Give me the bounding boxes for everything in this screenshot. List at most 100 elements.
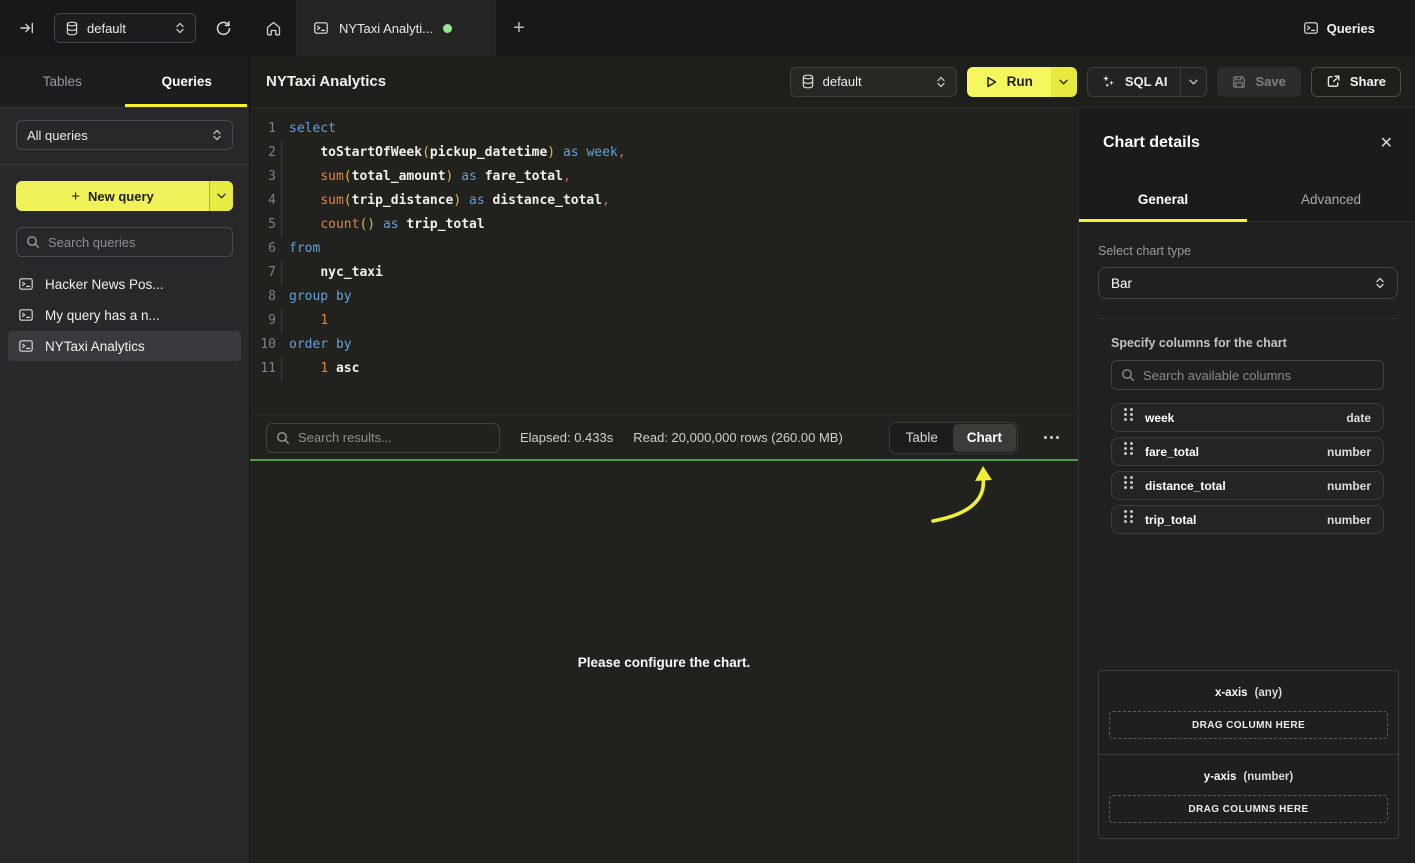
search-icon — [26, 235, 40, 249]
new-tab-button[interactable]: + — [496, 0, 542, 56]
sidebar-tabs: Tables Queries — [0, 56, 249, 108]
chart-details-header: Chart details ✕ — [1079, 108, 1415, 178]
query-terminal-icon — [18, 338, 34, 354]
chart-details-body: Select chart type Bar Specify columns fo… — [1079, 222, 1415, 534]
column-item[interactable]: trip_total number — [1111, 505, 1384, 534]
sql-ai-dropdown[interactable] — [1180, 68, 1206, 96]
database-selector-value: default — [87, 21, 126, 36]
queries-nav[interactable]: Queries — [1303, 0, 1415, 56]
column-item[interactable]: fare_total number — [1111, 437, 1384, 466]
column-item[interactable]: distance_total number — [1111, 471, 1384, 500]
unsaved-changes-dot — [443, 24, 452, 33]
chart-type-select[interactable]: Bar — [1098, 267, 1398, 299]
code-line: 11 1 asc — [250, 357, 1078, 381]
chart-details-tabs: General Advanced — [1079, 178, 1415, 222]
divider — [1098, 318, 1398, 319]
more-options-icon[interactable] — [1040, 436, 1062, 439]
code-line: 7 nyc_taxi — [250, 261, 1078, 285]
sidebar-tab-label: Tables — [43, 74, 82, 89]
column-type: number — [1327, 479, 1371, 493]
home-icon[interactable] — [250, 0, 296, 56]
new-query-label: New query — [88, 189, 154, 204]
new-query-dropdown[interactable] — [209, 181, 233, 211]
code-text: 1 — [276, 309, 328, 333]
chart-details-tab[interactable]: General — [1079, 178, 1247, 221]
axes-dropzones: x-axis(any) DRAG COLUMN HERE y-axis(numb… — [1098, 670, 1399, 839]
sidebar-tab[interactable]: Tables — [0, 56, 125, 107]
run-database-selector[interactable]: default — [790, 67, 957, 97]
line-number: 3 — [250, 165, 276, 189]
chart-details-tab-label: General — [1138, 192, 1188, 207]
close-icon[interactable]: ✕ — [1380, 133, 1393, 153]
code-line: 5 count() as trip_total — [250, 213, 1078, 237]
view-toggle-option[interactable]: Table — [891, 424, 953, 452]
query-list-item[interactable]: Hacker News Pos... — [8, 269, 241, 299]
code-line: 1 select — [250, 117, 1078, 141]
run-dropdown[interactable] — [1051, 67, 1077, 97]
sidebar-tab[interactable]: Queries — [125, 56, 250, 107]
view-toggle-option[interactable]: Chart — [953, 424, 1016, 452]
columns-section: Specify columns for the chart week date — [1098, 336, 1398, 534]
axis-name: y-axis — [1204, 771, 1237, 783]
run-database-value: default — [823, 74, 862, 89]
chevron-updown-icon — [936, 76, 946, 88]
column-name: distance_total — [1145, 479, 1226, 493]
results-search[interactable] — [266, 423, 500, 453]
query-label: NYTaxi Analytics — [45, 339, 145, 354]
code-line: 8 group by — [250, 285, 1078, 309]
topbar-left: default — [0, 0, 250, 56]
line-number: 10 — [250, 333, 276, 357]
run-button-group: Run — [967, 67, 1077, 97]
plus-icon: + — [71, 188, 80, 205]
results-search-input[interactable] — [298, 430, 490, 445]
chart-details-tab[interactable]: Advanced — [1247, 178, 1415, 221]
share-label: Share — [1350, 74, 1386, 89]
chart-area: Please configure the chart. — [250, 459, 1078, 863]
divider — [0, 164, 249, 165]
column-type: date — [1346, 411, 1371, 425]
code-text: sum(trip_distance) as distance_total, — [276, 189, 610, 213]
save-label: Save — [1255, 74, 1285, 89]
refresh-icon[interactable] — [210, 15, 236, 41]
database-selector[interactable]: default — [54, 13, 196, 43]
line-number: 7 — [250, 261, 276, 285]
query-search[interactable] — [16, 227, 233, 257]
sql-editor[interactable]: 1 select 2 toStartOfWeek(pickup_datetime… — [250, 108, 1078, 415]
sidebar: Tables Queries All queries + New query — [0, 56, 250, 863]
query-search-input[interactable] — [48, 235, 223, 250]
database-icon — [65, 21, 79, 36]
code-text: select — [276, 117, 336, 141]
query-header: NYTaxi Analytics default Run — [250, 56, 1415, 108]
chevron-updown-icon — [212, 129, 222, 141]
query-list-item[interactable]: My query has a n... — [8, 300, 241, 330]
hint-arrow-to-chart — [905, 463, 1025, 538]
play-icon — [985, 75, 998, 89]
share-button[interactable]: Share — [1311, 67, 1401, 97]
chart-placeholder-text: Please configure the chart. — [578, 655, 751, 670]
top-bar: default NYTaxi Analyti... + Queries — [0, 0, 1415, 56]
chart-details-title: Chart details — [1103, 134, 1200, 152]
code-text: count() as trip_total — [276, 213, 485, 237]
sql-ai-button[interactable]: SQL AI — [1088, 68, 1181, 96]
sql-ai-button-group: SQL AI — [1087, 67, 1208, 97]
columns-search-input[interactable] — [1143, 368, 1374, 383]
sparkles-icon — [1101, 74, 1116, 89]
available-columns-list: week date fare_total number distance_tot — [1111, 403, 1384, 534]
new-query-button[interactable]: + New query — [16, 181, 233, 211]
sidebar-collapse-icon[interactable] — [14, 15, 40, 41]
code-line: 9 1 — [250, 309, 1078, 333]
column-item[interactable]: week date — [1111, 403, 1384, 432]
chart-type-value: Bar — [1111, 276, 1132, 291]
query-list-item[interactable]: NYTaxi Analytics — [8, 331, 241, 361]
save-button[interactable]: Save — [1217, 67, 1300, 97]
run-button[interactable]: Run — [967, 67, 1051, 97]
columns-search[interactable] — [1111, 360, 1384, 390]
chart-details-panel: Chart details ✕ General Advanced Select … — [1078, 108, 1415, 863]
query-filter-dropdown[interactable]: All queries — [16, 120, 233, 150]
axis-dropzone-section: y-axis(number) DRAG COLUMNS HERE — [1099, 754, 1398, 838]
tab-nytaxi-analytics[interactable]: NYTaxi Analyti... — [296, 0, 496, 56]
axis-dropzone[interactable]: DRAG COLUMN HERE — [1109, 711, 1388, 739]
query-list: Hacker News Pos... My query has a n... — [8, 269, 241, 361]
table-chart-toggle: Table Chart — [889, 422, 1018, 454]
axis-dropzone[interactable]: DRAG COLUMNS HERE — [1109, 795, 1388, 823]
